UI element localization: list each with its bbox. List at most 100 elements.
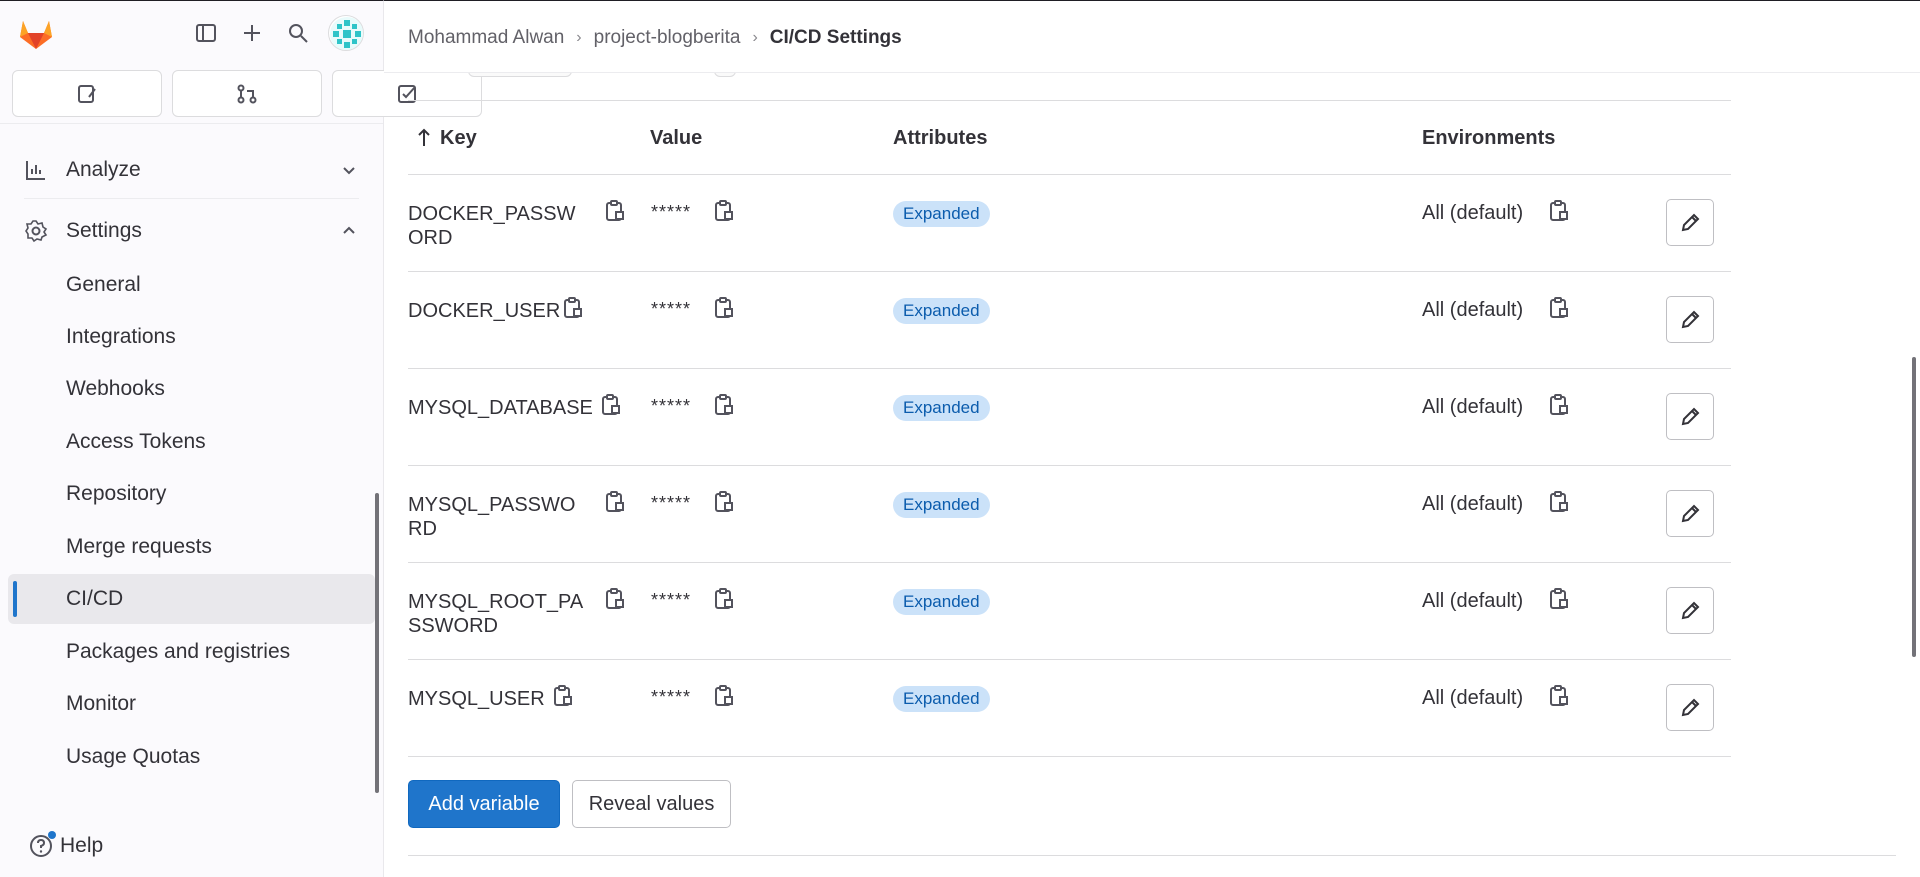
sidebar-toggle-icon[interactable] <box>188 15 224 51</box>
copy-environment-icon[interactable] <box>1548 393 1570 417</box>
sidebar-item-packages-and-registries[interactable]: Packages and registries <box>8 627 375 677</box>
pencil-icon <box>1681 310 1700 328</box>
sidebar-item-label: Webhooks <box>66 377 165 400</box>
sidebar-item-label: Monitor <box>66 692 137 715</box>
copy-environment-icon[interactable] <box>1548 296 1570 320</box>
sidebar-item-label: General <box>66 273 141 296</box>
plus-icon[interactable] <box>234 15 270 51</box>
attribute-badge: Expanded <box>893 686 990 712</box>
copy-value-icon[interactable] <box>713 296 735 320</box>
pencil-icon <box>1681 504 1700 522</box>
breadcrumb-current[interactable]: CI/CD Settings <box>770 27 902 49</box>
environment-scope: All (default) <box>1422 396 1524 418</box>
sidebar-item-label: Packages and registries <box>66 640 291 663</box>
copy-value-icon[interactable] <box>713 393 735 417</box>
sidebar-item-usage-quotas[interactable]: Usage Quotas <box>8 732 375 782</box>
variable-value-masked: ***** <box>651 202 692 222</box>
add-variable-button[interactable]: Add variable <box>408 780 560 828</box>
environment-scope: All (default) <box>1422 687 1524 709</box>
merge-request-icon <box>237 84 257 103</box>
gitlab-logo[interactable] <box>16 13 56 53</box>
copy-key-icon[interactable] <box>604 587 626 611</box>
nav-divider <box>24 198 359 199</box>
environment-scope: All (default) <box>1422 299 1524 321</box>
sidebar-item-access-tokens[interactable]: Access Tokens <box>8 417 375 467</box>
attribute-badge: Expanded <box>893 298 990 324</box>
table-row: MYSQL_USER ***** Expanded All (default) <box>408 660 1731 757</box>
chart-icon <box>24 158 48 182</box>
edit-variable-button[interactable] <box>1666 393 1714 440</box>
pencil-icon <box>1681 407 1700 425</box>
sort-arrow-up-icon[interactable] <box>414 126 434 150</box>
copy-value-icon[interactable] <box>713 587 735 611</box>
issues-button[interactable] <box>12 70 162 117</box>
sidebar-item-merge-requests[interactable]: Merge requests <box>8 522 375 572</box>
variable-key: MYSQL_DATABASE <box>408 397 593 419</box>
breadcrumb: Mohammad Alwan › project-blogberita › CI… <box>408 27 902 49</box>
nav-item-analyze[interactable]: Analyze <box>8 146 375 194</box>
copy-environment-icon[interactable] <box>1548 684 1570 708</box>
sidebar-scrollbar[interactable] <box>375 493 379 793</box>
copy-key-icon[interactable] <box>604 199 626 223</box>
nav-item-settings[interactable]: Settings <box>8 207 375 255</box>
column-header-key[interactable]: Key <box>440 127 477 150</box>
cut-off-control[interactable] <box>468 73 572 77</box>
sidebar-item-monitor[interactable]: Monitor <box>8 679 375 729</box>
table-row: MYSQL_ROOT_PASSWORD ***** Expanded All (… <box>408 563 1731 660</box>
sidebar-item-label: CI/CD <box>66 587 124 610</box>
table-divider <box>408 100 1731 101</box>
copy-key-icon[interactable] <box>604 490 626 514</box>
environment-scope: All (default) <box>1422 493 1524 515</box>
copy-environment-icon[interactable] <box>1548 490 1570 514</box>
chevron-right-icon: › <box>752 29 758 46</box>
copy-key-icon[interactable] <box>552 684 574 708</box>
merge-requests-button[interactable] <box>172 70 322 117</box>
sidebar-item-cicd[interactable]: CI/CD <box>8 574 375 624</box>
table-row: MYSQL_DATABASE ***** Expanded All (defau… <box>408 369 1731 466</box>
sidebar-item-label: Access Tokens <box>66 430 206 453</box>
sidebar-item-label: Repository <box>66 482 167 505</box>
sidebar-item-repository[interactable]: Repository <box>8 469 375 519</box>
help-button[interactable]: Help <box>28 831 103 859</box>
reveal-values-button[interactable]: Reveal values <box>572 780 731 828</box>
variable-key: DOCKER_USER <box>408 300 561 322</box>
cut-off-control[interactable] <box>714 73 736 77</box>
edit-variable-button[interactable] <box>1666 199 1714 246</box>
search-icon[interactable] <box>280 15 316 51</box>
copy-environment-icon[interactable] <box>1548 199 1570 223</box>
copy-value-icon[interactable] <box>713 684 735 708</box>
edit-variable-button[interactable] <box>1666 684 1714 731</box>
sidebar-top <box>0 1 383 65</box>
copy-key-icon[interactable] <box>562 296 584 320</box>
avatar[interactable] <box>328 15 364 51</box>
environment-scope: All (default) <box>1422 202 1524 224</box>
variable-key: MYSQL_PASSWORD <box>408 494 576 540</box>
top-icons <box>188 15 316 51</box>
sidebar-item-label: Integrations <box>66 325 176 348</box>
attribute-badge: Expanded <box>893 395 990 421</box>
edit-variable-button[interactable] <box>1666 587 1714 634</box>
page-scrollbar[interactable] <box>1912 357 1916 657</box>
breadcrumb-project[interactable]: project-blogberita <box>594 27 741 49</box>
table-row: MYSQL_PASSWORD ***** Expanded All (defau… <box>408 466 1731 563</box>
copy-key-icon[interactable] <box>600 393 622 417</box>
cut-off-controls <box>408 73 1730 101</box>
edit-variable-button[interactable] <box>1666 490 1714 537</box>
attribute-badge: Expanded <box>893 201 990 227</box>
nav-list: Analyze Settings General Integrations We… <box>0 123 383 818</box>
sidebar-item-webhooks[interactable]: Webhooks <box>8 364 375 414</box>
sidebar-item-general[interactable]: General <box>8 260 375 310</box>
column-header-attributes: Attributes <box>893 127 988 149</box>
nav-item-label: Settings <box>66 219 142 242</box>
sidebar-item-label: Merge requests <box>66 535 212 558</box>
table-row: DOCKER_USER ***** Expanded All (default) <box>408 272 1731 369</box>
copy-environment-icon[interactable] <box>1548 587 1570 611</box>
section-divider <box>408 855 1896 856</box>
breadcrumb-user[interactable]: Mohammad Alwan <box>408 27 564 49</box>
sidebar-item-integrations[interactable]: Integrations <box>8 312 375 362</box>
copy-value-icon[interactable] <box>713 199 735 223</box>
attribute-badge: Expanded <box>893 492 990 518</box>
copy-value-icon[interactable] <box>713 490 735 514</box>
edit-variable-button[interactable] <box>1666 296 1714 343</box>
column-header-value: Value <box>650 127 703 149</box>
